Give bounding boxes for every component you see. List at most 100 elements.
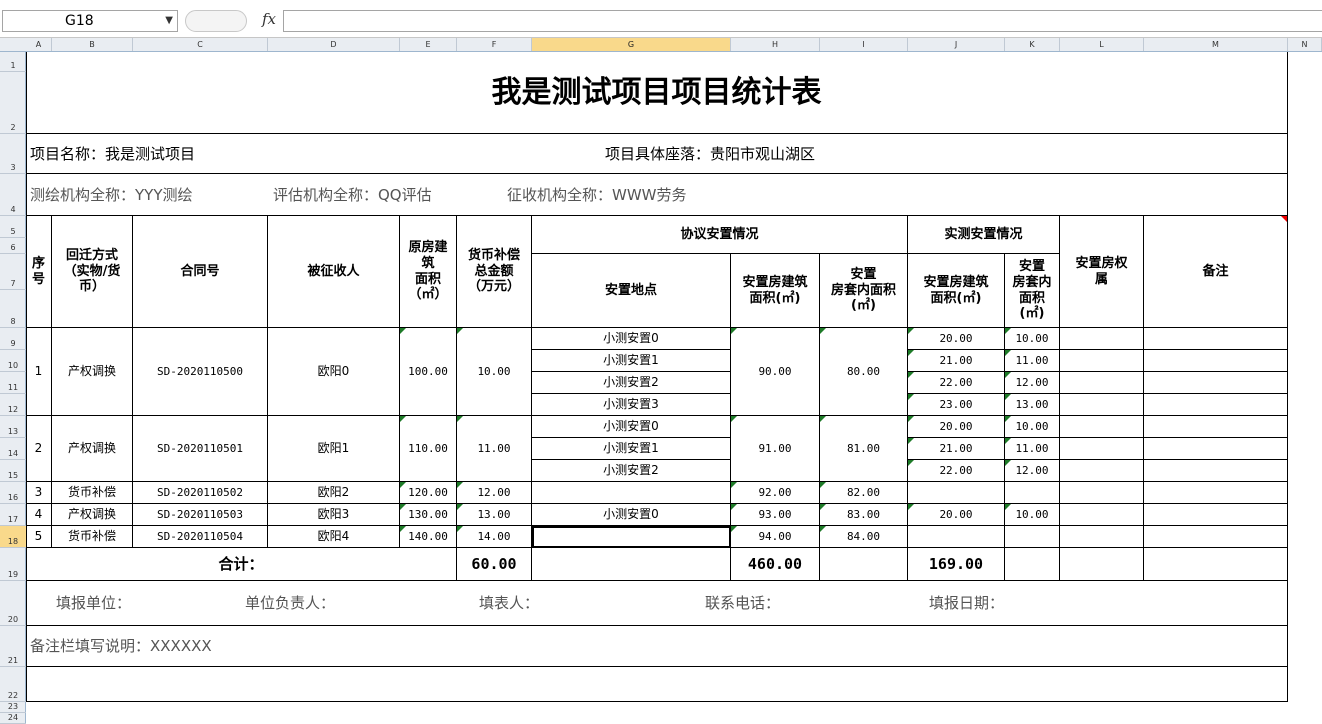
header-ownership[interactable]: 安置房权 属 bbox=[1060, 216, 1144, 328]
total-agreed-build[interactable]: 460.00 bbox=[731, 548, 820, 581]
record-location[interactable] bbox=[532, 526, 731, 548]
total-money[interactable]: 60.00 bbox=[457, 548, 532, 581]
record-contract[interactable]: SD-2020110501 bbox=[133, 416, 268, 482]
row-header-22[interactable]: 22 bbox=[0, 667, 26, 702]
record-ownership[interactable] bbox=[1060, 526, 1144, 548]
row-header-11[interactable]: 11 bbox=[0, 372, 26, 394]
org-info-row[interactable]: 测绘机构全称：YYY测绘 评估机构全称：QQ评估 征收机构全称：WWW劳务 bbox=[26, 174, 1288, 216]
record-method[interactable]: 产权调换 bbox=[52, 504, 133, 526]
sheet-title[interactable]: 我是测试项目项目统计表 bbox=[26, 52, 1288, 134]
record-remark[interactable] bbox=[1144, 526, 1288, 548]
record-actual-inner[interactable]: 12.00 bbox=[1005, 372, 1060, 394]
record-actual-inner[interactable] bbox=[1005, 482, 1060, 504]
record-actual-build[interactable] bbox=[908, 526, 1005, 548]
record-actual-build[interactable]: 20.00 bbox=[908, 416, 1005, 438]
total-location[interactable] bbox=[532, 548, 731, 581]
column-header-a[interactable]: A bbox=[26, 38, 52, 51]
record-person[interactable]: 欧阳4 bbox=[268, 526, 400, 548]
row-header-23[interactable]: 23 bbox=[0, 702, 26, 713]
record-orig-area[interactable]: 110.00 bbox=[400, 416, 457, 482]
total-actual-inner[interactable] bbox=[1005, 548, 1060, 581]
record-location[interactable]: 小测安置2 bbox=[532, 460, 731, 482]
record-actual-build[interactable]: 22.00 bbox=[908, 460, 1005, 482]
row-header-20[interactable]: 20 bbox=[0, 581, 26, 626]
record-money[interactable]: 13.00 bbox=[457, 504, 532, 526]
header-agreed[interactable]: 协议安置情况 bbox=[532, 216, 908, 254]
record-contract[interactable]: SD-2020110502 bbox=[133, 482, 268, 504]
row-header-21[interactable]: 21 bbox=[0, 626, 26, 667]
record-actual-inner[interactable]: 11.00 bbox=[1005, 438, 1060, 460]
insert-function-icon[interactable]: fx bbox=[262, 10, 276, 28]
record-remark[interactable] bbox=[1144, 482, 1288, 504]
record-actual-build[interactable]: 20.00 bbox=[908, 504, 1005, 526]
row-header-18[interactable]: 18 bbox=[0, 526, 26, 548]
row-header-12[interactable]: 12 bbox=[0, 394, 26, 416]
column-header-h[interactable]: H bbox=[731, 38, 820, 51]
record-remark[interactable] bbox=[1144, 350, 1288, 372]
row-header-5[interactable]: 5 bbox=[0, 216, 26, 238]
record-agreed-build[interactable]: 90.00 bbox=[731, 328, 820, 416]
record-actual-inner[interactable]: 10.00 bbox=[1005, 416, 1060, 438]
record-contract[interactable]: SD-2020110504 bbox=[133, 526, 268, 548]
record-ownership[interactable] bbox=[1060, 460, 1144, 482]
row-header-19[interactable]: 19 bbox=[0, 548, 26, 581]
record-agreed-inner[interactable]: 80.00 bbox=[820, 328, 908, 416]
record-agreed-inner[interactable]: 83.00 bbox=[820, 504, 908, 526]
record-method[interactable]: 产权调换 bbox=[52, 416, 133, 482]
record-location[interactable] bbox=[532, 482, 731, 504]
project-info-row[interactable]: 项目名称：我是测试项目 项目具体座落：贵阳市观山湖区 bbox=[26, 134, 1288, 174]
record-seq[interactable]: 2 bbox=[26, 416, 52, 482]
total-remark[interactable] bbox=[1144, 548, 1288, 581]
header-contract[interactable]: 合同号 bbox=[133, 216, 268, 328]
record-method[interactable]: 货币补偿 bbox=[52, 482, 133, 504]
record-agreed-inner[interactable]: 81.00 bbox=[820, 416, 908, 482]
header-actual-build[interactable]: 安置房建筑 面积(㎡) bbox=[908, 254, 1005, 328]
record-contract[interactable]: SD-2020110500 bbox=[133, 328, 268, 416]
record-orig-area[interactable]: 120.00 bbox=[400, 482, 457, 504]
record-actual-inner[interactable]: 10.00 bbox=[1005, 328, 1060, 350]
record-person[interactable]: 欧阳2 bbox=[268, 482, 400, 504]
record-actual-inner[interactable]: 12.00 bbox=[1005, 460, 1060, 482]
header-money[interactable]: 货币补偿 总金额 （万元） bbox=[457, 216, 532, 328]
row-header-24[interactable]: 24 bbox=[0, 713, 26, 724]
column-header-n[interactable]: N bbox=[1288, 38, 1322, 51]
total-agreed-inner[interactable] bbox=[820, 548, 908, 581]
header-agreed-inner[interactable]: 安置 房套内面积 (㎡) bbox=[820, 254, 908, 328]
record-ownership[interactable] bbox=[1060, 482, 1144, 504]
formula-input[interactable] bbox=[283, 10, 1322, 32]
header-location[interactable]: 安置地点 bbox=[532, 254, 731, 328]
name-box[interactable]: G18 ▼ bbox=[2, 10, 178, 32]
header-actual[interactable]: 实测安置情况 bbox=[908, 216, 1060, 254]
record-money[interactable]: 12.00 bbox=[457, 482, 532, 504]
column-header-c[interactable]: C bbox=[133, 38, 268, 51]
record-person[interactable]: 欧阳0 bbox=[268, 328, 400, 416]
column-header-g[interactable]: G bbox=[532, 38, 731, 51]
record-location[interactable]: 小测安置0 bbox=[532, 416, 731, 438]
record-agreed-inner[interactable]: 84.00 bbox=[820, 526, 908, 548]
column-header-i[interactable]: I bbox=[820, 38, 908, 51]
record-location[interactable]: 小测安置0 bbox=[532, 504, 731, 526]
column-header-b[interactable]: B bbox=[52, 38, 133, 51]
header-seq[interactable]: 序 号 bbox=[26, 216, 52, 328]
record-agreed-build[interactable]: 93.00 bbox=[731, 504, 820, 526]
record-actual-build[interactable]: 20.00 bbox=[908, 328, 1005, 350]
record-actual-build[interactable]: 21.00 bbox=[908, 350, 1005, 372]
record-ownership[interactable] bbox=[1060, 416, 1144, 438]
record-agreed-build[interactable]: 94.00 bbox=[731, 526, 820, 548]
row-header-6[interactable]: 6 bbox=[0, 238, 26, 254]
record-seq[interactable]: 1 bbox=[26, 328, 52, 416]
record-location[interactable]: 小测安置1 bbox=[532, 438, 731, 460]
row-header-15[interactable]: 15 bbox=[0, 460, 26, 482]
row-header-16[interactable]: 16 bbox=[0, 482, 26, 504]
record-location[interactable]: 小测安置2 bbox=[532, 372, 731, 394]
record-remark[interactable] bbox=[1144, 504, 1288, 526]
record-actual-inner[interactable]: 10.00 bbox=[1005, 504, 1060, 526]
record-actual-build[interactable]: 23.00 bbox=[908, 394, 1005, 416]
total-actual-build[interactable]: 169.00 bbox=[908, 548, 1005, 581]
record-ownership[interactable] bbox=[1060, 328, 1144, 350]
column-header-f[interactable]: F bbox=[457, 38, 532, 51]
column-header-j[interactable]: J bbox=[908, 38, 1005, 51]
row-header-2[interactable]: 2 bbox=[0, 72, 26, 134]
column-header-d[interactable]: D bbox=[268, 38, 400, 51]
record-remark[interactable] bbox=[1144, 394, 1288, 416]
